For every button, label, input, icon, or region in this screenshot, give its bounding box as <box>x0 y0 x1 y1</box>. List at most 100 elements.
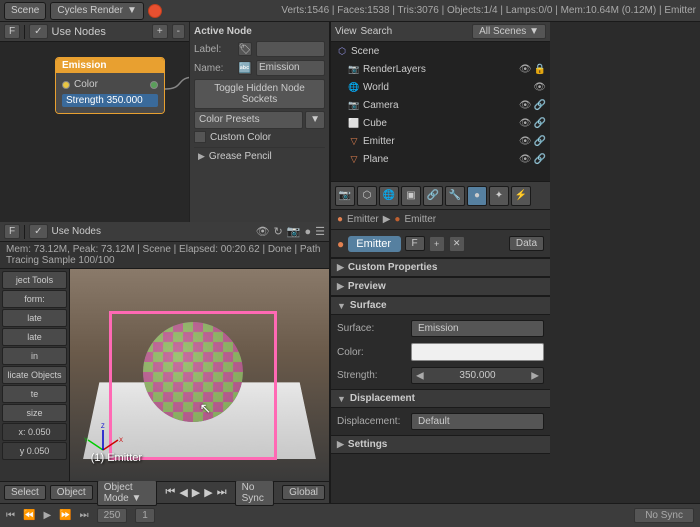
camera-link-icon[interactable]: 🔗 <box>534 100 546 111</box>
modifiers-props-icon[interactable]: 🔧 <box>445 186 465 206</box>
name-icon[interactable]: 🔤 <box>238 61 252 75</box>
particles-props-icon[interactable]: ✦ <box>489 186 509 206</box>
next-frame-btn[interactable]: ⏩ <box>59 510 71 521</box>
camera-render-icon[interactable]: 📷 <box>287 225 301 238</box>
color-presets-dropdown[interactable]: ▼ <box>305 111 325 129</box>
viewport-f-btn[interactable]: F <box>4 224 20 239</box>
prev-keyframe-btn[interactable]: ⏮ <box>6 510 15 521</box>
rotate-tool-btn[interactable]: late <box>2 328 67 346</box>
settings-section-header[interactable]: ▶ Settings <box>331 435 550 454</box>
strength-increment-icon[interactable]: ▶ <box>531 370 539 381</box>
preview-section[interactable]: ▶ Preview <box>331 277 550 296</box>
outliner-world-item[interactable]: 🌐 World 👁 <box>331 78 550 96</box>
data-f-btn[interactable]: F <box>405 236 425 251</box>
emitter-eye-icon[interactable]: 👁 <box>519 136 532 147</box>
toggle-hidden-sockets-btn[interactable]: Toggle Hidden Node Sockets <box>194 79 325 109</box>
render-props-icon[interactable]: 📷 <box>335 186 355 206</box>
renderlayers-eye-icon[interactable]: 👁 <box>519 64 532 75</box>
scene-selector[interactable]: Scene <box>4 2 46 20</box>
outliner-emitter-item[interactable]: ▽ Emitter 👁 🔗 <box>331 132 550 150</box>
emitter-link-icon[interactable]: 🔗 <box>534 136 546 147</box>
prev-frame-icon[interactable]: ◀ <box>179 486 187 499</box>
object-mode-btn[interactable]: Object Mode ▼ <box>97 480 158 506</box>
cube-link-icon[interactable]: 🔗 <box>534 118 546 129</box>
render-engine-selector[interactable]: Cycles Render ▼ <box>50 2 144 20</box>
displacement-section-header[interactable]: ▼ Displacement <box>331 389 550 408</box>
object-menu-btn[interactable]: Object <box>50 485 93 500</box>
search-menu-btn[interactable]: Search <box>361 26 393 37</box>
node-editor-f-btn[interactable]: F <box>4 24 20 39</box>
emission-out-socket[interactable] <box>150 81 158 89</box>
rotate-icon[interactable]: ↻ <box>274 225 283 238</box>
strength-value[interactable]: Strength 350.000 <box>62 94 158 107</box>
play-btn[interactable]: ▶ <box>43 510 51 521</box>
viewport-canvas[interactable]: (1) Emitter X Y Z ↖ <box>70 269 329 481</box>
color-socket[interactable] <box>62 81 70 89</box>
plane-eye-icon[interactable]: 👁 <box>519 154 532 165</box>
view-menu-btn[interactable]: View <box>335 26 357 37</box>
cube-eye-icon[interactable]: 👁 <box>519 118 532 129</box>
surface-value[interactable]: Emission <box>411 320 544 337</box>
world-eye-icon[interactable]: 👁 <box>533 82 546 93</box>
frame-number[interactable]: 250 <box>97 508 128 523</box>
material-icon[interactable]: ● <box>304 226 311 238</box>
no-sync-status[interactable]: No Sync <box>634 508 694 523</box>
frame-step[interactable]: 1 <box>135 508 155 523</box>
node-canvas[interactable]: F ✓ Use Nodes + - Emission Color <box>0 22 189 222</box>
object-tools-btn[interactable]: ject Tools <box>2 271 67 289</box>
translate-btn[interactable]: late <box>2 309 67 327</box>
label-icon[interactable]: 🏷 <box>238 42 252 56</box>
view-icon[interactable]: 👁 <box>256 225 270 238</box>
node-zoom-in[interactable]: + <box>152 24 168 39</box>
custom-properties-section[interactable]: ▶ Custom Properties <box>331 258 550 277</box>
outliner-camera-item[interactable]: 📷 Camera 👁 🔗 <box>331 96 550 114</box>
outliner-plane-item[interactable]: ▽ Plane 👁 🔗 <box>331 150 550 168</box>
play-icon[interactable]: ▶ <box>192 486 200 499</box>
outliner-renderlayers-item[interactable]: 📷 RenderLayers 👁 🔒 <box>331 60 550 78</box>
prev-keyframe-icon[interactable]: ⏮ <box>165 486 175 499</box>
data-tab-btn[interactable]: Data <box>509 236 544 251</box>
viewport-mode-icon[interactable]: ☰ <box>315 225 325 238</box>
delete-btn[interactable]: te <box>2 385 67 403</box>
duplicate-btn[interactable]: licate Objects <box>2 366 67 384</box>
use-nodes-toggle[interactable]: ✓ <box>29 24 47 39</box>
surface-section-header[interactable]: ▼ Surface <box>331 296 550 315</box>
object-props-icon[interactable]: ▣ <box>401 186 421 206</box>
emitter-badge[interactable]: Emitter <box>348 236 400 252</box>
strength-decrement-icon[interactable]: ◀ <box>416 370 424 381</box>
next-keyframe-icon[interactable]: ⏭ <box>217 486 227 499</box>
scale-btn[interactable]: in <box>2 347 67 365</box>
displacement-value[interactable]: Default <box>411 413 544 430</box>
label-input[interactable] <box>256 41 325 57</box>
props-x-btn[interactable]: ✕ <box>449 236 465 252</box>
color-presets-btn[interactable]: Color Presets <box>194 111 303 129</box>
renderlayers-camera-icon[interactable]: 🔒 <box>534 64 546 75</box>
emission-node[interactable]: Emission Color Strength 350.000 <box>55 57 165 114</box>
prev-frame-btn[interactable]: ⏪ <box>23 510 35 521</box>
select-btn[interactable]: Select <box>4 485 46 500</box>
outliner-cube-item[interactable]: ⬜ Cube 👁 🔗 <box>331 114 550 132</box>
physics-props-icon[interactable]: ⚡ <box>511 186 531 206</box>
plane-link-icon[interactable]: 🔗 <box>534 154 546 165</box>
constraints-props-icon[interactable]: 🔗 <box>423 186 443 206</box>
no-sync-btn[interactable]: No Sync <box>235 480 274 506</box>
props-add-btn[interactable]: + <box>429 236 445 252</box>
next-keyframe-btn[interactable]: ⏭ <box>80 510 89 521</box>
strength-value[interactable]: ◀ 350.000 ▶ <box>411 367 544 384</box>
all-scenes-dropdown[interactable]: All Scenes ▼ <box>472 24 546 39</box>
breadcrumb-emitter-2[interactable]: Emitter <box>404 214 436 225</box>
material-props-icon[interactable]: ● <box>467 186 487 206</box>
name-input[interactable]: Emission <box>256 60 325 76</box>
node-zoom-out[interactable]: - <box>172 24 185 39</box>
scene-props-icon[interactable]: ⬡ <box>357 186 377 206</box>
resize-btn[interactable]: size <box>2 404 67 422</box>
breadcrumb-emitter-1[interactable]: Emitter <box>347 214 379 225</box>
transform-btn[interactable]: form: <box>2 290 67 308</box>
outliner-scene-item[interactable]: ⬡ Scene <box>331 42 550 60</box>
camera-eye-icon[interactable]: 👁 <box>519 100 532 111</box>
next-frame-icon[interactable]: ▶ <box>204 486 212 499</box>
world-props-icon[interactable]: 🌐 <box>379 186 399 206</box>
color-swatch[interactable] <box>411 343 544 361</box>
global-btn[interactable]: Global <box>282 485 325 500</box>
custom-color-checkbox[interactable] <box>194 131 206 143</box>
